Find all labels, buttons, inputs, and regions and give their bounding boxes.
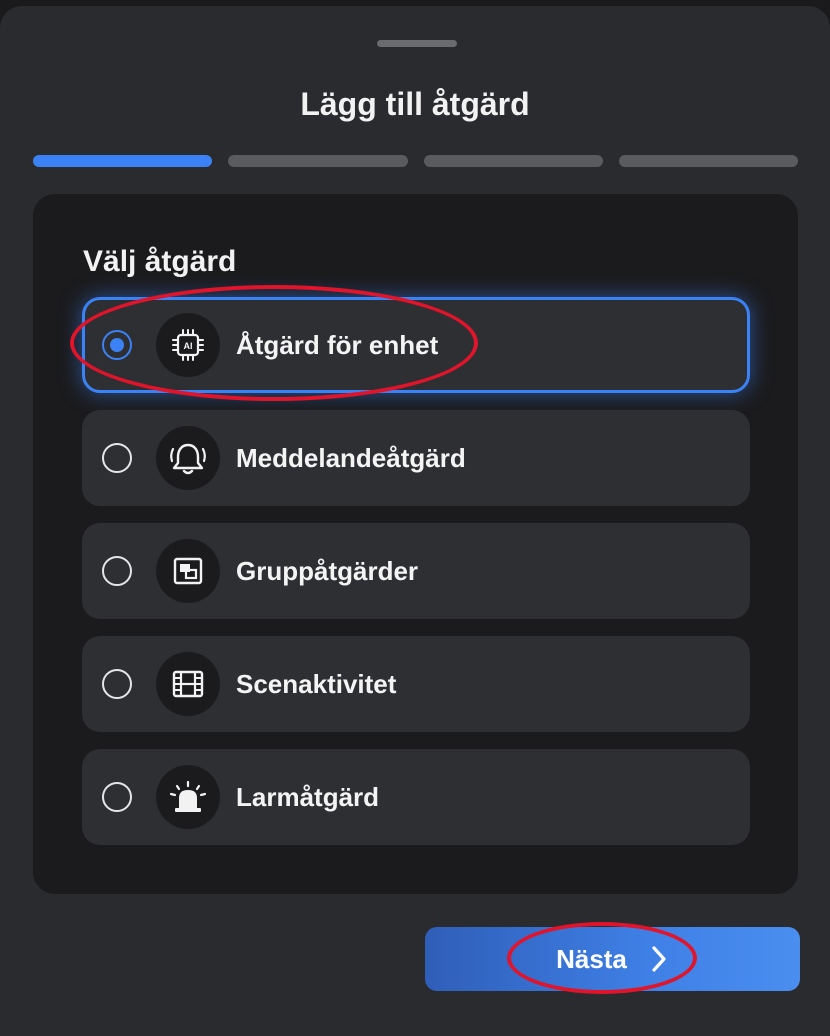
radio-group-actions[interactable] xyxy=(102,556,132,586)
svg-text:AI: AI xyxy=(184,341,193,351)
step-indicator-3 xyxy=(423,155,603,167)
step-indicator-1 xyxy=(33,155,213,167)
alarm-siren-icon xyxy=(156,765,220,829)
radio-dot xyxy=(110,338,124,352)
ai-chip-icon: AI xyxy=(156,313,220,377)
option-device-action[interactable]: AI Åtgärd för enhet xyxy=(82,297,750,393)
option-notification-action[interactable]: Meddelandeåtgärd xyxy=(82,410,750,506)
option-label: Åtgärd för enhet xyxy=(236,329,439,360)
option-scene-activity[interactable]: Scenaktivitet xyxy=(82,636,750,732)
option-group-actions[interactable]: Gruppåtgärder xyxy=(82,523,750,619)
section-title: Välj åtgärd xyxy=(83,245,237,278)
option-label: Scenaktivitet xyxy=(236,668,397,699)
option-label: Gruppåtgärder xyxy=(236,555,419,586)
next-button[interactable]: Nästa xyxy=(425,927,800,991)
option-label: Meddelandeåtgärd xyxy=(236,442,466,473)
radio-notification-action[interactable] xyxy=(102,443,132,473)
bell-icon xyxy=(156,426,220,490)
step-progress xyxy=(33,155,798,167)
drag-handle[interactable] xyxy=(377,40,457,47)
chevron-right-icon xyxy=(652,946,666,972)
radio-alarm-action[interactable] xyxy=(102,782,132,812)
option-label: Larmåtgärd xyxy=(236,781,380,812)
group-icon xyxy=(156,539,220,603)
sheet-title: Lägg till åtgärd xyxy=(300,86,530,122)
step-indicator-2 xyxy=(228,155,408,167)
option-alarm-action[interactable]: Larmåtgärd xyxy=(82,749,750,845)
next-button-label: Nästa xyxy=(556,943,627,974)
radio-device-action[interactable] xyxy=(102,330,132,360)
film-icon xyxy=(156,652,220,716)
radio-scene-activity[interactable] xyxy=(102,669,132,699)
step-indicator-4 xyxy=(618,155,798,167)
